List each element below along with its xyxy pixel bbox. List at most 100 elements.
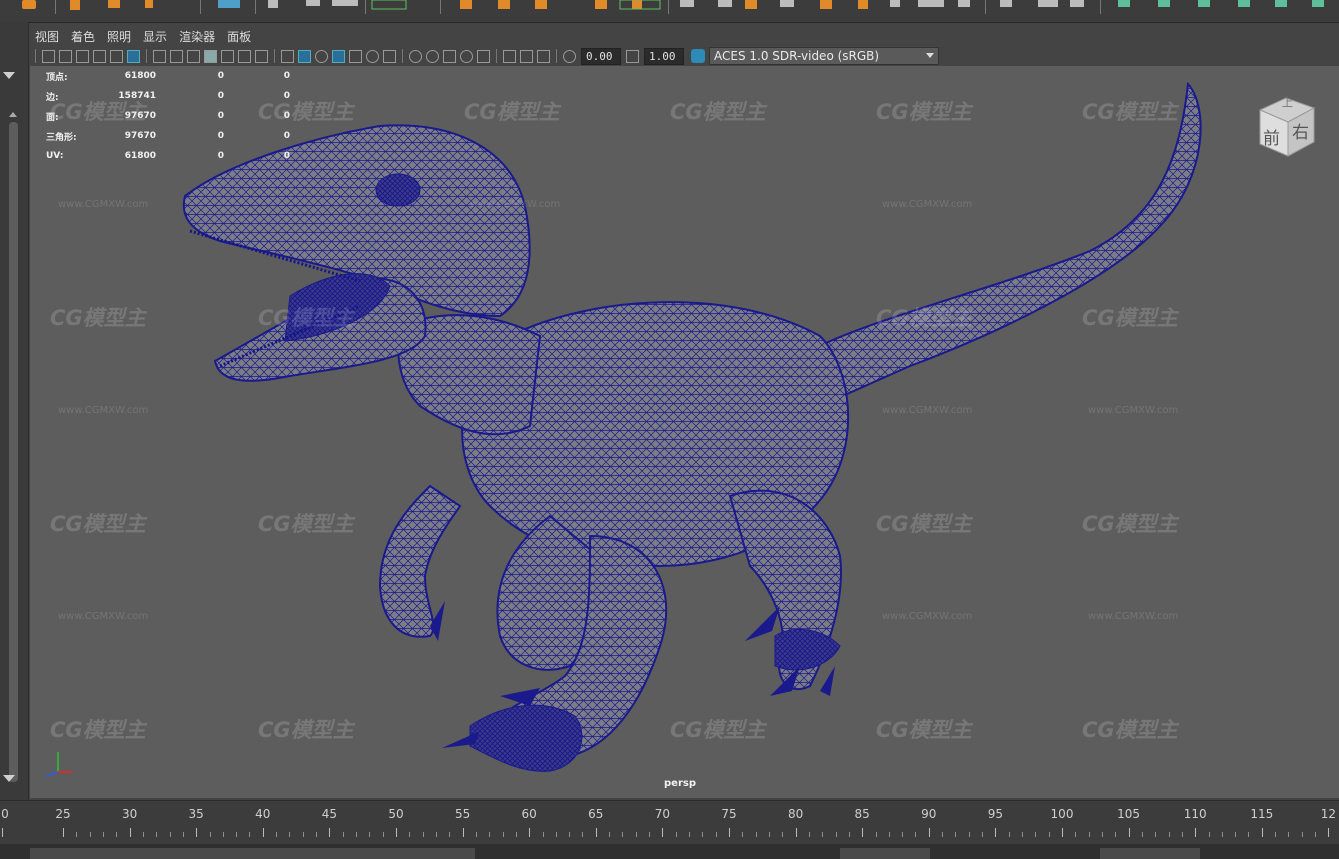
grid-icon[interactable] [153, 49, 166, 63]
watermark-logo: CG模型主 [50, 306, 146, 330]
wireframe-on-shaded-icon[interactable] [332, 49, 345, 63]
viewport-persp[interactable]: CG模型主 CG模型主 CG模型主 CG模型主 CG模型主 CG模型主 CG模型… [30, 66, 1339, 798]
timeline-minor-tick [942, 832, 944, 837]
timeline-tick-label: 40 [255, 807, 271, 821]
timeline-tick [995, 828, 997, 837]
time-slider[interactable]: 0 25 30 35 40 45 50 55 60 65 70 75 80 85 90 95 100 105 110… [0, 800, 1339, 845]
hud-row: 边: 158741 0 0 [46, 86, 290, 106]
watermark-logo: CG模型主 [670, 100, 766, 124]
safe-action-icon[interactable] [238, 49, 251, 63]
gamma-field[interactable]: 1.00 [644, 47, 684, 65]
timeline-tick [2, 828, 3, 837]
menu-view[interactable]: 视图 [29, 28, 65, 45]
watermark-logo: CG模型主 [876, 100, 972, 124]
timeline-minor-tick [356, 832, 358, 837]
anim-layer-field[interactable] [1100, 848, 1200, 859]
view-transform-dropdown[interactable]: ACES 1.0 SDR-video (sRGB) [709, 47, 939, 65]
exposure-icon[interactable] [563, 49, 576, 63]
timeline-tick-label: 50 [388, 807, 404, 821]
collapse-arrow-icon[interactable] [3, 72, 15, 79]
xray-icon[interactable] [503, 49, 516, 63]
color-management-icon[interactable] [691, 49, 705, 63]
timeline-minor-tick [675, 832, 677, 837]
camera-attributes-icon[interactable] [59, 49, 72, 63]
timeline-minor-tick [542, 832, 544, 837]
exposure-field[interactable]: 0.00 [581, 47, 621, 65]
timeline-tick [1195, 828, 1197, 837]
xray-active-icon[interactable] [520, 49, 533, 63]
vertical-scrollbar[interactable] [9, 122, 18, 782]
panel-menu-bar: 视图 着色 照明 显示 渲染器 面板 [29, 26, 1339, 46]
view-cube-front-label[interactable]: 前 [1263, 124, 1280, 149]
shadows-icon[interactable] [383, 49, 396, 63]
dinosaur-wireframe-mesh[interactable] [30, 66, 1339, 798]
motion-blur-icon[interactable] [426, 49, 439, 63]
timeline-tick-label: 105 [1117, 807, 1141, 821]
timeline-minor-tick [382, 832, 384, 837]
image-plane-icon[interactable] [93, 49, 106, 63]
timeline-tick [928, 828, 930, 837]
toolbar-separator [402, 49, 403, 63]
grease-pencil-icon[interactable] [110, 49, 123, 63]
menu-show[interactable]: 显示 [137, 28, 173, 45]
wireframe-mode-icon[interactable] [281, 49, 294, 63]
hud-row: 面: 97670 0 0 [46, 106, 290, 126]
timeline-minor-tick [808, 832, 810, 837]
range-slider[interactable] [30, 848, 475, 859]
watermark-logo: CG模型主 [258, 306, 354, 330]
textured-icon[interactable] [349, 49, 362, 63]
menu-shading[interactable]: 着色 [65, 28, 101, 45]
timeline-tick-label: 35 [188, 807, 204, 821]
timeline-minor-tick [649, 832, 651, 837]
xray-joints-icon[interactable] [537, 49, 550, 63]
resolution-gate-icon[interactable] [187, 49, 200, 63]
timeline-minor-tick [782, 832, 784, 837]
hud-value: 97670 [124, 111, 156, 121]
select-camera-icon[interactable] [42, 49, 55, 63]
timeline-minor-tick [968, 832, 970, 837]
view-cube-top-label[interactable]: 上 [1282, 94, 1293, 110]
timeline-minor-tick [582, 832, 584, 837]
timeline-minor-tick [1141, 832, 1143, 837]
default-material-icon[interactable] [315, 49, 328, 63]
field-chart-icon[interactable] [221, 49, 234, 63]
timeline-tick-label: 12 [1320, 807, 1337, 821]
timeline-minor-tick [422, 832, 424, 837]
timeline-minor-tick [1208, 832, 1210, 837]
gate-mask-icon[interactable] [204, 49, 217, 63]
menu-lighting[interactable]: 照明 [101, 28, 137, 45]
playback-field[interactable] [840, 848, 930, 859]
watermark-url: www.CGMXW.com [58, 199, 149, 210]
lights-icon[interactable] [366, 49, 379, 63]
shelf-icons[interactable] [0, 0, 1339, 22]
bookmark-icon[interactable] [76, 49, 89, 63]
safe-title-icon[interactable] [255, 49, 268, 63]
isolate-select-icon[interactable] [477, 49, 490, 63]
timeline-minor-tick [715, 832, 717, 837]
depth-of-field-icon[interactable] [460, 49, 473, 63]
screen-space-ao-icon[interactable] [409, 49, 422, 63]
toolbar-separator [556, 49, 557, 63]
timeline-tick [662, 828, 664, 837]
view-cube-right-label[interactable]: 右 [1292, 118, 1309, 143]
film-gate-icon[interactable] [170, 49, 183, 63]
view-cube[interactable]: 前 右 上 [1256, 92, 1316, 158]
timeline-minor-tick [116, 832, 118, 837]
watermark-logo: CG模型主 [876, 306, 972, 330]
timeline-minor-tick [1275, 832, 1277, 837]
wireframe-brush-icon[interactable] [127, 49, 140, 63]
timeline-minor-tick [76, 832, 78, 837]
scroll-up-icon[interactable] [9, 112, 17, 117]
menu-renderer[interactable]: 渲染器 [173, 28, 221, 45]
multisample-aa-icon[interactable] [443, 49, 456, 63]
timeline-tick [529, 828, 531, 837]
watermark-url: www.CGMXW.com [58, 611, 149, 622]
timeline-minor-tick [1008, 832, 1010, 837]
timeline-tick [795, 828, 797, 837]
smooth-shade-icon[interactable] [298, 49, 311, 63]
expand-arrow-icon[interactable] [3, 775, 15, 782]
hud-value: 0 [283, 71, 290, 81]
timeline-minor-tick [1115, 832, 1117, 837]
menu-panels[interactable]: 面板 [221, 28, 257, 45]
gamma-icon[interactable] [626, 49, 639, 63]
